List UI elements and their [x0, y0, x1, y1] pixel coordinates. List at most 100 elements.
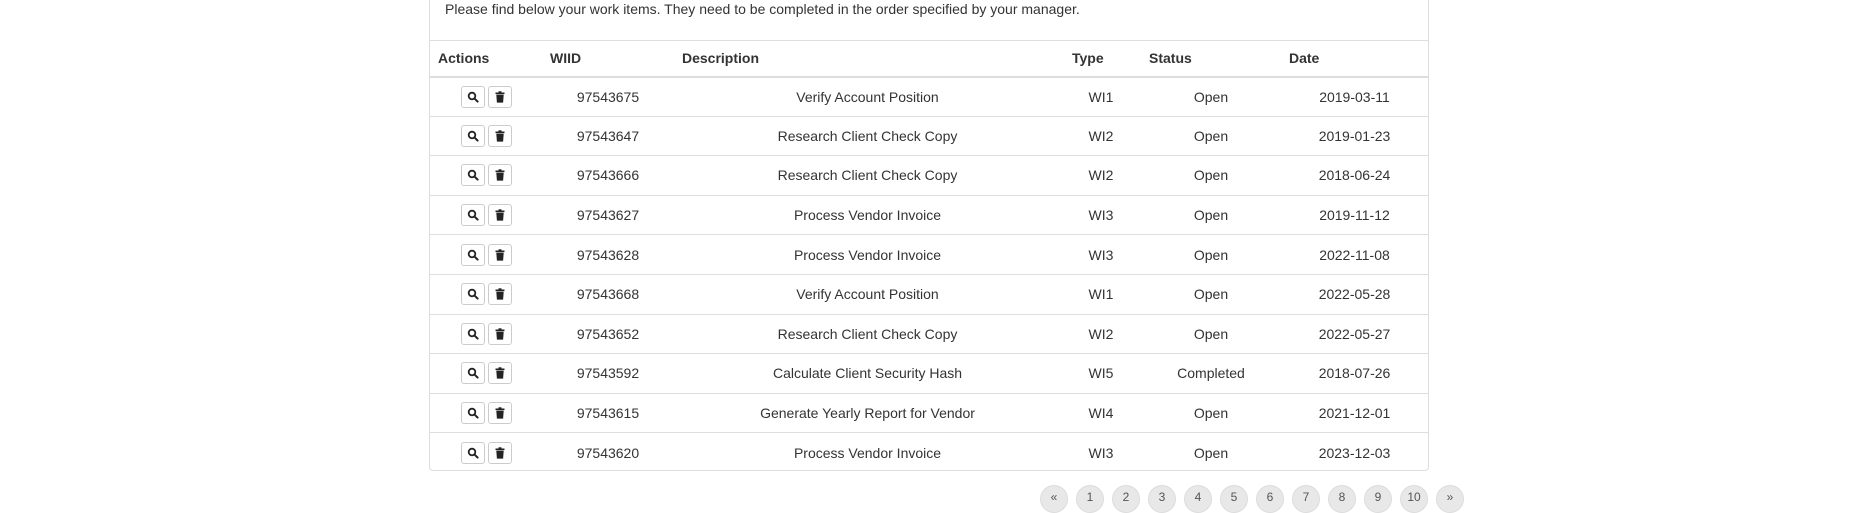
date-cell: 2019-03-11: [1281, 76, 1428, 117]
view-work-item-button[interactable]: [460, 283, 485, 306]
column-header-status[interactable]: Status: [1141, 40, 1281, 78]
pagination-page-2[interactable]: 2: [1112, 485, 1140, 513]
description-cell: Calculate Client Security Hash: [674, 353, 1061, 394]
work-items-table: Actions WIID Description Type Status Dat…: [430, 40, 1428, 473]
type-cell: WI1: [1061, 76, 1141, 117]
view-work-item-button[interactable]: [460, 85, 485, 108]
work-items-panel: Please find below your work items. They …: [429, 0, 1429, 473]
status-cell: Open: [1141, 234, 1281, 275]
wiid-cell: 97543647: [542, 115, 674, 156]
trash-icon: [495, 288, 504, 300]
status-cell: Open: [1141, 194, 1281, 235]
table-header-row: Actions WIID Description Type Status Dat…: [430, 40, 1428, 78]
table-body: 97543675 Verify Account Position WI1 Ope…: [430, 76, 1428, 473]
actions-cell: [430, 353, 542, 394]
pagination-page-10[interactable]: 10: [1400, 485, 1428, 513]
type-cell: WI2: [1061, 115, 1141, 156]
trash-icon: [495, 447, 504, 459]
type-cell: WI3: [1061, 234, 1141, 275]
delete-work-item-button[interactable]: [487, 283, 512, 306]
wiid-cell: 97543675: [542, 76, 674, 117]
column-header-wiid[interactable]: WIID: [542, 40, 674, 78]
table-row: 97543647 Research Client Check Copy WI2 …: [430, 115, 1428, 156]
pagination-page-5[interactable]: 5: [1220, 485, 1248, 513]
delete-work-item-button[interactable]: [487, 402, 512, 425]
actions-cell: [430, 273, 542, 315]
status-cell: Open: [1141, 76, 1281, 117]
view-work-item-button[interactable]: [460, 322, 485, 345]
pagination-page-1[interactable]: 1: [1076, 485, 1104, 513]
column-header-actions[interactable]: Actions: [430, 40, 542, 78]
search-icon: [467, 249, 479, 261]
wiid-cell: 97543652: [542, 313, 674, 354]
intro-text: Please find below your work items. They …: [445, 1, 1080, 17]
pagination-page-6[interactable]: 6: [1256, 485, 1284, 513]
trash-icon: [495, 90, 504, 103]
table-row: 97543666 Research Client Check Copy WI2 …: [430, 155, 1428, 196]
delete-work-item-button[interactable]: [487, 164, 512, 187]
date-cell: 2018-06-24: [1281, 155, 1428, 196]
search-icon: [467, 447, 479, 459]
delete-work-item-button[interactable]: [487, 124, 512, 147]
type-cell: WI3: [1061, 432, 1141, 473]
actions-cell: [430, 313, 542, 354]
view-work-item-button[interactable]: [460, 362, 485, 385]
view-work-item-button[interactable]: [460, 243, 485, 266]
view-work-item-button[interactable]: [460, 204, 485, 227]
status-cell: Completed: [1141, 353, 1281, 394]
trash-icon: [495, 169, 504, 182]
delete-work-item-button[interactable]: [487, 204, 512, 227]
description-cell: Process Vendor Invoice: [674, 194, 1061, 235]
trash-icon: [495, 328, 504, 340]
pagination-prev[interactable]: «: [1040, 485, 1068, 513]
delete-work-item-button[interactable]: [487, 243, 512, 266]
table-row: 97543628 Process Vendor Invoice WI3 Open…: [430, 234, 1428, 275]
type-cell: WI5: [1061, 353, 1141, 394]
view-work-item-button[interactable]: [460, 402, 485, 425]
status-cell: Open: [1141, 432, 1281, 473]
column-header-type[interactable]: Type: [1061, 40, 1141, 78]
pagination: « 1 2 3 4 5 6 7 8 9 10 »: [1040, 485, 1464, 513]
table-row: 97543675 Verify Account Position WI1 Ope…: [430, 76, 1428, 117]
description-cell: Research Client Check Copy: [674, 115, 1061, 156]
date-cell: 2021-12-01: [1281, 392, 1428, 433]
description-cell: Verify Account Position: [674, 273, 1061, 315]
trash-icon: [495, 248, 504, 261]
type-cell: WI1: [1061, 273, 1141, 315]
view-work-item-button[interactable]: [460, 164, 485, 187]
type-cell: WI2: [1061, 155, 1141, 196]
pagination-page-3[interactable]: 3: [1148, 485, 1176, 513]
table-row: 97543620 Process Vendor Invoice WI3 Open…: [430, 432, 1428, 473]
table-row: 97543627 Process Vendor Invoice WI3 Open…: [430, 194, 1428, 235]
delete-work-item-button[interactable]: [487, 85, 512, 108]
pagination-page-7[interactable]: 7: [1292, 485, 1320, 513]
delete-work-item-button[interactable]: [487, 362, 512, 385]
search-icon: [467, 91, 479, 103]
table-row: 97543652 Research Client Check Copy WI2 …: [430, 313, 1428, 354]
description-cell: Verify Account Position: [674, 76, 1061, 117]
date-cell: 2019-11-12: [1281, 194, 1428, 235]
search-icon: [467, 368, 479, 380]
delete-work-item-button[interactable]: [487, 441, 512, 464]
column-header-description[interactable]: Description: [674, 40, 1061, 78]
status-cell: Open: [1141, 115, 1281, 156]
column-header-date[interactable]: Date: [1281, 40, 1428, 78]
pagination-page-9[interactable]: 9: [1364, 485, 1392, 513]
actions-cell: [430, 155, 542, 196]
table-row: 97543615 Generate Yearly Report for Vend…: [430, 392, 1428, 433]
pagination-page-8[interactable]: 8: [1328, 485, 1356, 513]
type-cell: WI2: [1061, 313, 1141, 354]
wiid-cell: 97543620: [542, 432, 674, 473]
view-work-item-button[interactable]: [460, 441, 485, 464]
status-cell: Open: [1141, 155, 1281, 196]
delete-work-item-button[interactable]: [487, 322, 512, 345]
pagination-next[interactable]: »: [1436, 485, 1464, 513]
search-icon: [467, 130, 479, 142]
description-cell: Process Vendor Invoice: [674, 432, 1061, 473]
search-icon: [467, 289, 479, 300]
date-cell: 2019-01-23: [1281, 115, 1428, 156]
actions-cell: [430, 432, 542, 473]
trash-icon: [495, 367, 504, 380]
pagination-page-4[interactable]: 4: [1184, 485, 1212, 513]
view-work-item-button[interactable]: [460, 124, 485, 147]
